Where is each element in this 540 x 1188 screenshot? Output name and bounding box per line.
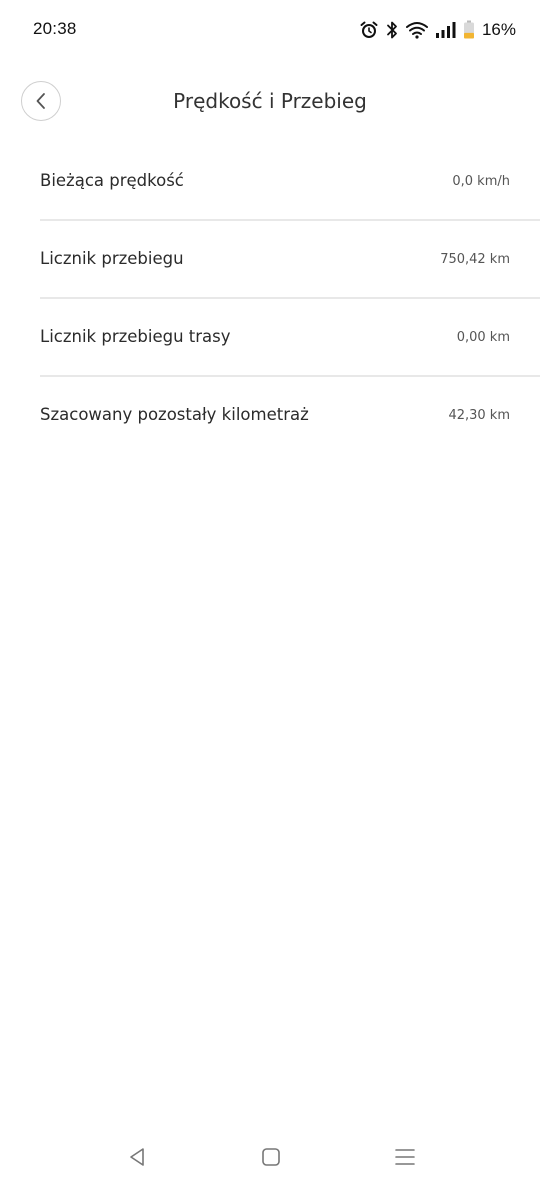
signal-icon [435,20,457,40]
row-label: Licznik przebiegu trasy [40,327,231,346]
list-item-odometer[interactable]: Licznik przebiegu 750,42 km [40,221,540,299]
row-value: 0,0 km/h [452,174,510,189]
row-value: 0,00 km [456,330,510,345]
battery-percent: 16% [481,20,516,39]
nav-menu-icon [394,1146,416,1168]
nav-back-button[interactable] [122,1142,152,1172]
header: Prędkość i Przebieg [0,72,540,132]
status-icons: 16% [359,17,516,43]
alarm-icon [359,20,379,40]
row-label: Szacowany pozostały kilometraż [40,405,309,424]
list-item-current-speed[interactable]: Bieżąca prędkość 0,0 km/h [40,143,540,221]
row-label: Bieżąca prędkość [40,171,184,190]
nav-home-button[interactable] [256,1142,286,1172]
row-label: Licznik przebiegu [40,249,184,268]
status-bar: 20:38 16% [0,0,540,60]
page-title: Prędkość i Przebieg [173,89,367,113]
navigation-bar [0,1128,540,1188]
nav-home-icon [260,1146,282,1168]
bluetooth-icon [385,20,399,40]
nav-back-icon [126,1146,148,1168]
wifi-icon [405,20,429,40]
row-value: 42,30 km [448,408,510,423]
nav-menu-button[interactable] [390,1142,420,1172]
battery-icon [463,20,475,40]
row-value: 750,42 km [440,252,510,267]
list-item-trip-odometer[interactable]: Licznik przebiegu trasy 0,00 km [40,299,540,377]
info-list: Bieżąca prędkość 0,0 km/h Licznik przebi… [40,143,540,455]
list-item-remaining-range[interactable]: Szacowany pozostały kilometraż 42,30 km [40,377,540,455]
status-time: 20:38 [33,19,77,38]
